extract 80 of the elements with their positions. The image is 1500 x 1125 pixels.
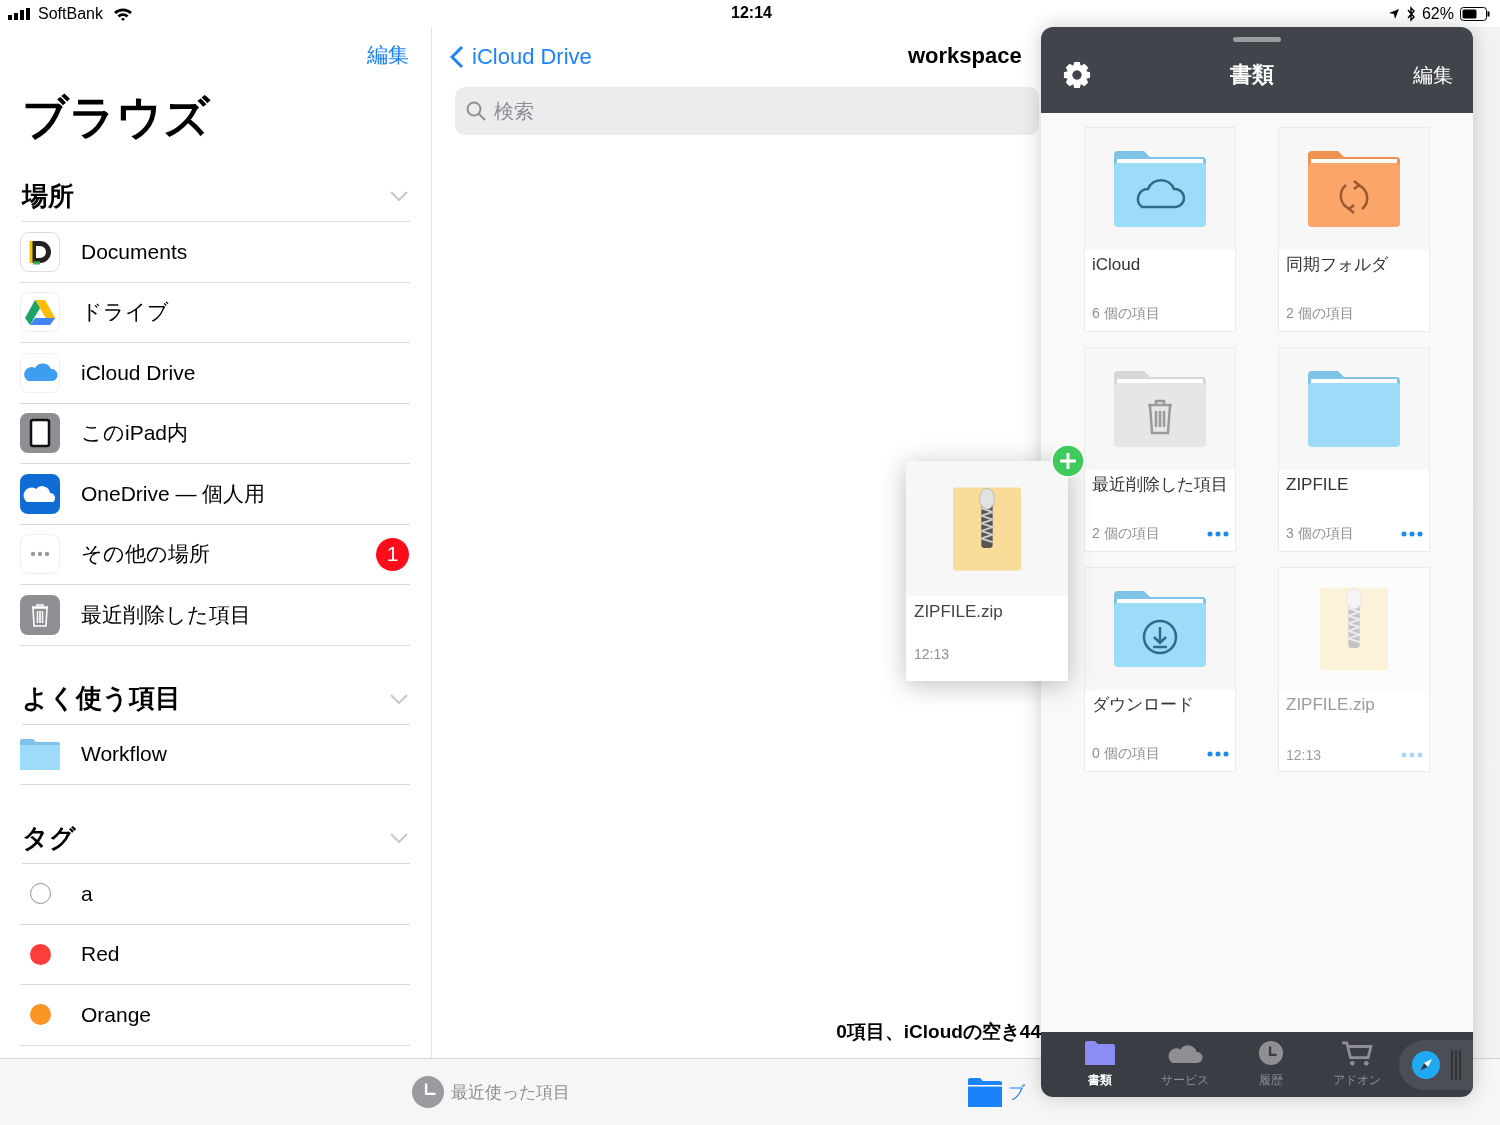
settings-icon[interactable] (1063, 61, 1091, 89)
sidebar-item[interactable]: Orange (20, 985, 410, 1046)
item-detail: 12:13 (1286, 747, 1322, 763)
edit-link[interactable]: 編集 (367, 41, 409, 69)
zip-file-icon (1320, 586, 1388, 672)
item-name: 最近削除した項目 (1092, 474, 1229, 496)
folder-icon (1112, 369, 1208, 449)
section-title: よく使う項目 (22, 682, 181, 715)
item-name: ZIPFILE (1286, 474, 1350, 496)
folder-card[interactable]: ダウンロード 0 個の項目 (1084, 567, 1236, 772)
back-link[interactable]: iCloud Drive (450, 44, 592, 70)
more-icon (20, 534, 60, 575)
sidebar-item[interactable]: OneDrive — 個人用 (20, 464, 410, 525)
sidebar-item[interactable]: その他の場所 1 (20, 524, 410, 585)
sidebar-item[interactable]: ドライブ (20, 282, 410, 343)
zip-file-icon (953, 485, 1021, 572)
sidebar-item[interactable]: iCloud Drive (20, 343, 410, 404)
drag-handle[interactable] (1233, 37, 1281, 42)
item-detail: 3 個の項目 (1286, 525, 1354, 543)
folder-icon (1112, 589, 1208, 669)
compass-button[interactable] (1399, 1039, 1473, 1090)
sidebar-item[interactable]: a (20, 864, 410, 925)
battery-percent: 62% (1421, 4, 1454, 23)
item-detail: 6 個の項目 (1092, 305, 1160, 323)
signal-icon (8, 7, 32, 20)
search-icon (466, 101, 486, 121)
item-detail: 12:13 (914, 646, 951, 662)
cloud-icon (20, 473, 60, 514)
folder-card[interactable]: 同期フォルダ 2 個の項目 (1278, 127, 1430, 332)
item-detail: 2 個の項目 (1286, 305, 1354, 323)
section-title: タグ (22, 821, 76, 855)
sidebar-item[interactable]: このiPad内 (20, 403, 410, 464)
more-icon[interactable] (1207, 751, 1229, 757)
search-field[interactable]: 検索 (455, 87, 1039, 135)
folder-title: workspace (908, 43, 1022, 69)
trash-icon (20, 594, 60, 635)
item-detail: 2 個の項目 (1092, 525, 1160, 543)
more-icon[interactable] (1207, 531, 1229, 537)
wifi-icon (112, 6, 133, 21)
add-badge-icon (1051, 444, 1085, 478)
sidebar-item[interactable]: Red (20, 924, 410, 985)
panel-title: 書類 (1229, 61, 1275, 89)
count-badge: 1 (376, 537, 409, 571)
folder-card[interactable]: 最近削除した項目 2 個の項目 (1084, 347, 1236, 552)
folder-icon (1112, 149, 1208, 229)
section-title: 場所 (22, 179, 74, 213)
browse-title: ブラウズ (22, 90, 212, 145)
folder-icon (968, 1076, 1002, 1108)
carrier-name: SoftBank (38, 4, 103, 23)
dragged-file-card[interactable]: ZIPFILE.zip 12:13 (906, 461, 1068, 681)
compass-icon (1411, 1049, 1442, 1080)
bluetooth-icon (1405, 5, 1416, 22)
bottom-tab[interactable]: ブ (968, 1076, 1025, 1108)
folder-card[interactable]: iCloud 6 個の項目 (1084, 127, 1236, 332)
cloud-icon (20, 352, 60, 393)
item-name: ダウンロード (1092, 694, 1195, 716)
item-name: ZIPFILE.zip (914, 602, 1004, 622)
grip-icon (1451, 1049, 1462, 1080)
item-name: iCloud (1092, 254, 1142, 276)
more-icon[interactable] (1401, 531, 1423, 537)
item-name: ZIPFILE.zip (1286, 694, 1376, 716)
tablet-icon (20, 413, 60, 454)
edit-button[interactable]: 編集 (1413, 61, 1453, 89)
folder-icon (20, 738, 60, 771)
item-detail: 0 個の項目 (1092, 745, 1160, 763)
folder-icon (1306, 369, 1402, 449)
sidebar-item[interactable]: Documents (20, 222, 410, 283)
storage-summary: 0項目、iCloudの空き44 (836, 1021, 1041, 1042)
battery-icon (1460, 6, 1490, 21)
location-arrow-icon (1387, 7, 1400, 20)
folder-icon (1306, 149, 1402, 229)
sidebar-item[interactable]: Workflow (20, 724, 410, 785)
folder-card[interactable]: ZIPFILE 3 個の項目 (1278, 347, 1430, 552)
documents-app-icon (20, 231, 60, 272)
item-name: 同期フォルダ (1286, 254, 1389, 276)
panel-tab[interactable]: 書類 (1057, 1040, 1143, 1089)
back-chevron-icon (450, 45, 464, 69)
clock-icon (411, 1076, 445, 1108)
status-time: 12:14 (731, 4, 772, 22)
sidebar-item[interactable]: 最近削除した項目 (20, 585, 410, 646)
